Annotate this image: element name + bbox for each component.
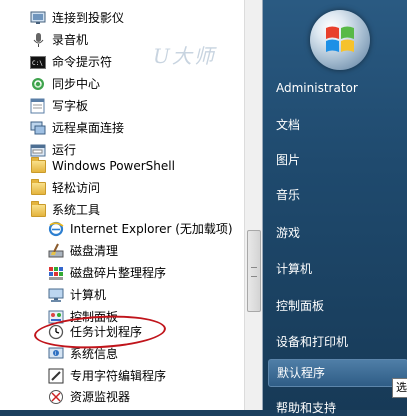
program-folder-powershell[interactable]: Windows PowerShell bbox=[30, 155, 262, 177]
computer-icon bbox=[48, 287, 64, 303]
program-item-private-char-editor[interactable]: 专用字符编辑程序 bbox=[48, 365, 262, 387]
program-item-computer[interactable]: 计算机 bbox=[48, 284, 262, 306]
pictures-link[interactable]: 图片 bbox=[276, 151, 300, 168]
program-item-sync-center[interactable]: 同步中心 bbox=[30, 73, 262, 95]
user-name-link[interactable]: Administrator bbox=[276, 81, 358, 95]
program-folder-ease-of-access[interactable]: 轻松访问 bbox=[30, 177, 262, 199]
program-item-cmd[interactable]: C:\ 命令提示符 bbox=[30, 51, 262, 73]
system-info-icon: i bbox=[48, 346, 64, 362]
default-programs-link[interactable]: 默认程序 bbox=[268, 359, 407, 387]
program-item-resource-monitor[interactable]: 资源监视器 bbox=[48, 386, 262, 408]
documents-link[interactable]: 文档 bbox=[276, 116, 300, 133]
program-item-wordpad[interactable]: 写字板 bbox=[30, 95, 262, 117]
watermark: U大师 bbox=[153, 44, 216, 68]
resource-monitor-icon bbox=[48, 389, 64, 405]
disk-cleanup-icon bbox=[48, 243, 64, 259]
programs-pane: 连接到投影仪 录音机 C:\ 命令提示符 同步中心 写字板 远程桌面连接 运行 … bbox=[0, 0, 263, 410]
defrag-icon bbox=[48, 265, 64, 281]
wordpad-icon bbox=[30, 98, 46, 114]
program-item-ie-no-addons[interactable]: Internet Explorer (无加载项) bbox=[48, 218, 262, 240]
scrollbar-thumb[interactable] bbox=[247, 230, 261, 312]
tooltip: 选 bbox=[392, 378, 407, 398]
program-item-projector[interactable]: 连接到投影仪 bbox=[30, 7, 262, 29]
folder-icon bbox=[30, 200, 46, 218]
devices-printers-link[interactable]: 设备和打印机 bbox=[276, 333, 348, 350]
control-panel-link[interactable]: 控制面板 bbox=[276, 297, 324, 314]
char-editor-icon bbox=[48, 368, 64, 384]
games-link[interactable]: 游戏 bbox=[276, 224, 300, 241]
cmd-icon: C:\ bbox=[30, 54, 46, 70]
folder-icon bbox=[30, 156, 46, 174]
svg-text:C:\: C:\ bbox=[32, 60, 43, 67]
sync-icon bbox=[30, 76, 46, 92]
remote-desktop-icon bbox=[30, 120, 46, 136]
help-support-link[interactable]: 帮助和支持 bbox=[276, 399, 336, 416]
program-item-remote-desktop[interactable]: 远程桌面连接 bbox=[30, 117, 262, 139]
svg-text:i: i bbox=[55, 351, 56, 357]
computer-link[interactable]: 计算机 bbox=[276, 260, 312, 277]
folder-icon bbox=[30, 178, 46, 196]
program-item-sound-recorder[interactable]: 录音机 bbox=[30, 29, 262, 51]
music-link[interactable]: 音乐 bbox=[276, 186, 300, 203]
projector-icon bbox=[30, 10, 46, 26]
windows-logo-icon bbox=[310, 10, 370, 70]
program-item-defrag[interactable]: 磁盘碎片整理程序 bbox=[48, 262, 262, 284]
microphone-icon bbox=[30, 32, 46, 48]
program-item-disk-cleanup[interactable]: 磁盘清理 bbox=[48, 240, 262, 262]
programs-scrollbar[interactable] bbox=[244, 0, 262, 410]
ie-icon bbox=[48, 221, 64, 237]
